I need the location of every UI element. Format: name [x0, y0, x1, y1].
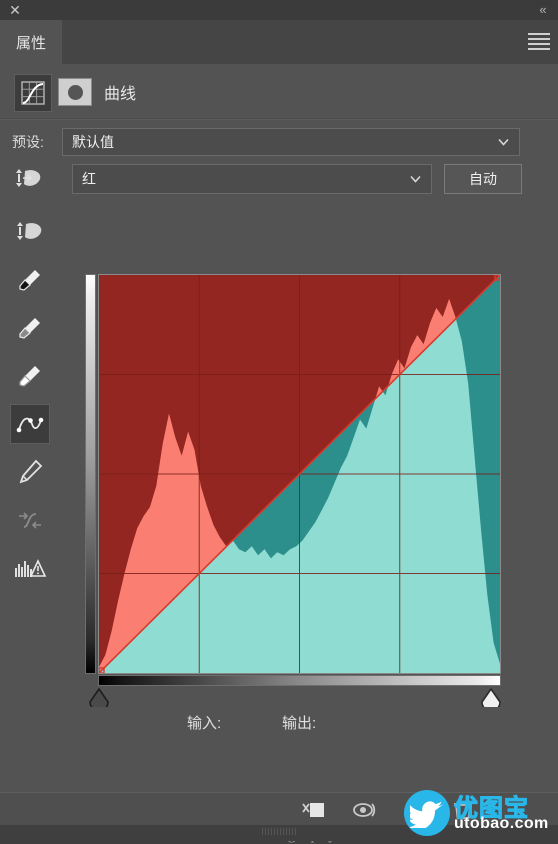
properties-panel: 曲线 预设: 默认值 红 自动 输入: 输出: — [0, 64, 558, 843]
output-label: 输出: — [282, 715, 317, 732]
panel-bottom-bar — [0, 792, 558, 826]
gray-point-eyedropper[interactable] — [10, 308, 50, 348]
curve-point-tool[interactable] — [10, 404, 50, 444]
page-title: 曲线 — [104, 86, 137, 103]
reset-arrow-icon[interactable] — [404, 799, 434, 821]
auto-button[interactable]: 自动 — [444, 164, 522, 194]
window-title-bar: ✕ « — [0, 0, 558, 20]
adjustment-header-row: 曲线 — [0, 72, 558, 116]
trash-icon[interactable] — [452, 799, 482, 821]
white-point-slider-handle[interactable] — [481, 687, 501, 712]
channel-value: 红 — [82, 171, 96, 187]
panel-tab-strip: 属性 — [0, 20, 558, 65]
clip-to-layer-icon[interactable] — [300, 799, 330, 821]
white-point-eyedropper[interactable] — [10, 356, 50, 396]
black-point-eyedropper[interactable] — [10, 260, 50, 300]
on-image-adjustment-icon[interactable] — [14, 166, 48, 196]
hamburger-menu-icon[interactable] — [528, 33, 550, 50]
curve-plot-area[interactable] — [98, 274, 501, 674]
pencil-draw-tool[interactable] — [10, 452, 50, 492]
header-divider — [0, 118, 558, 120]
preset-label: 预设: — [12, 134, 44, 150]
preset-row: 预设: 默认值 — [0, 126, 558, 158]
black-point-slider-handle[interactable] — [89, 687, 109, 712]
channel-select[interactable]: 红 — [72, 164, 432, 194]
tab-properties-label: 属性 — [15, 34, 46, 52]
input-label: 输入: — [187, 715, 222, 732]
close-icon[interactable]: ✕ — [6, 1, 24, 19]
curves-adjustment-icon[interactable] — [14, 74, 52, 112]
input-output-row: 输入: 输出: — [0, 712, 558, 738]
input-gradient-bar — [98, 675, 501, 686]
resize-grip[interactable] — [262, 828, 298, 835]
collapse-double-chevron-icon[interactable]: « — [533, 1, 551, 19]
channel-row: 红 自动 — [0, 162, 558, 200]
on-image-adjustment-tool[interactable] — [10, 212, 50, 252]
curves-tool-column — [10, 212, 54, 596]
eye-visibility-icon[interactable] — [352, 799, 382, 821]
preset-value: 默认值 — [72, 134, 114, 150]
chevron-down-icon — [410, 175, 421, 183]
chevron-down-icon — [498, 138, 509, 146]
curve-plot-svg[interactable] — [99, 275, 500, 673]
mask-dot — [67, 84, 83, 100]
layer-mask-thumbnail-icon[interactable] — [58, 78, 92, 106]
preset-select[interactable]: 默认值 — [62, 128, 520, 156]
tab-properties[interactable]: 属性 — [0, 20, 62, 64]
histogram-warning-icon[interactable] — [10, 548, 50, 588]
curves-graph[interactable] — [85, 274, 503, 712]
output-gradient-bar — [85, 274, 96, 674]
smooth-curve-tool[interactable] — [10, 500, 50, 540]
